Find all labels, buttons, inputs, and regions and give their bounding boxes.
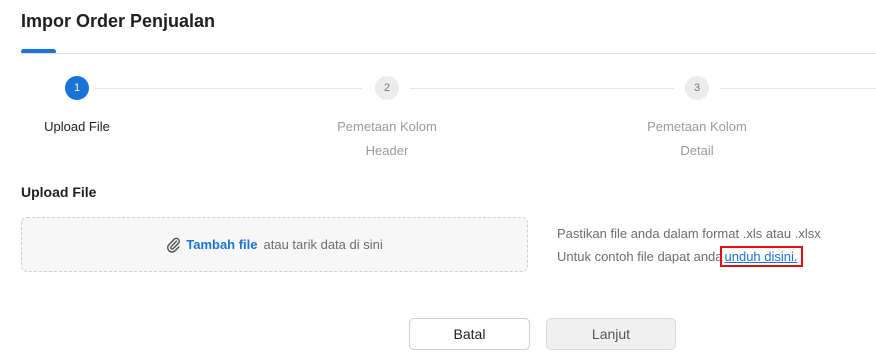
stepper-connector-2 [410,88,674,89]
step-2-label-line1: Pemetaan Kolom [337,119,437,134]
file-dropzone[interactable]: Tambah file atau tarik data di sini [21,217,528,272]
title-divider [21,53,876,54]
next-button[interactable]: Lanjut [546,318,676,350]
sample-file-hint-text: Untuk contoh file dapat anda [557,249,723,264]
step-1-label: Upload File [7,115,147,139]
add-file-link[interactable]: Tambah file [186,237,257,252]
download-sample-link[interactable]: unduh disini. [719,246,803,267]
import-sales-order-page: Impor Order Penjualan 1 2 3 Upload File … [0,0,876,362]
cancel-button[interactable]: Batal [409,318,530,350]
page-title: Impor Order Penjualan [21,11,216,31]
step-1-indicator: 1 [65,76,89,100]
dropzone-content: Tambah file atau tarik data di sini [166,237,383,253]
step-1-label-line1: Upload File [44,119,110,134]
upload-section-title: Upload File [21,184,97,200]
sample-file-hint: Untuk contoh file dapat anda unduh disini… [557,246,803,267]
step-2-indicator: 2 [375,76,399,100]
stepper-connector-1 [95,88,362,89]
step-2-label: Pemetaan Kolom Header [317,115,457,163]
step-3-label-line2: Detail [680,143,714,158]
drag-hint-text: atau tarik data di sini [263,237,383,252]
step-3-label-line1: Pemetaan Kolom [647,119,747,134]
step-3-label: Pemetaan Kolom Detail [627,115,767,163]
step-2-label-line2: Header [365,143,409,158]
stepper-connector-3 [720,88,876,89]
format-hint: Pastikan file anda dalam format .xls ata… [557,226,821,241]
step-3-indicator: 3 [685,76,709,100]
paperclip-icon [166,237,181,253]
